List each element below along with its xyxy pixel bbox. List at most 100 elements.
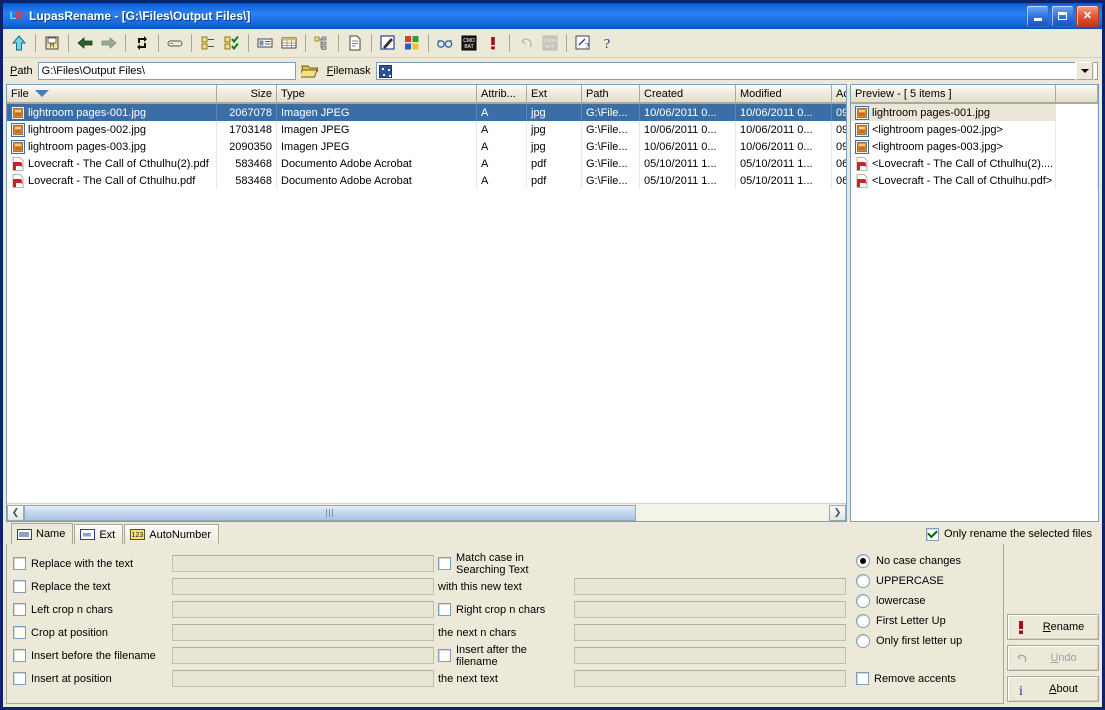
scroll-left-icon[interactable]: ❮ xyxy=(7,504,24,521)
list-view-icon[interactable] xyxy=(253,31,277,55)
list-item[interactable]: <lightroom pages-003.jpg> xyxy=(851,138,1098,155)
file-report-icon[interactable] xyxy=(343,31,367,55)
toolbar-separator xyxy=(428,34,429,52)
input-insert-before-the-filename[interactable] xyxy=(172,647,434,664)
tab-name[interactable]: Name xyxy=(11,523,74,544)
checkbox-replace-the-text[interactable]: Replace the text xyxy=(13,580,168,593)
forward-arrow-icon[interactable] xyxy=(97,31,121,55)
table-row[interactable]: Lovecraft - The Call of Cthulhu.pdf 58346… xyxy=(7,172,846,189)
list-item[interactable]: <lightroom pages-002.jpg> xyxy=(851,121,1098,138)
input-insert-after-the-filename[interactable] xyxy=(574,647,846,664)
column-header-attrib[interactable]: Attrib... xyxy=(477,85,527,103)
select-checked-folder-icon[interactable] xyxy=(220,31,244,55)
table-row[interactable]: lightroom pages-002.jpg 1703148 Imagen JPE… xyxy=(7,121,846,138)
input-the-next-n-chars[interactable] xyxy=(574,624,846,641)
tools-icon[interactable] xyxy=(376,31,400,55)
tree-view-icon[interactable] xyxy=(310,31,334,55)
radio-icon xyxy=(856,594,870,608)
column-header-path[interactable]: Path xyxy=(582,85,640,103)
toolbar-separator xyxy=(191,34,192,52)
maximize-button[interactable] xyxy=(1051,5,1074,27)
cell-modified: 05/10/2011 1... xyxy=(736,172,832,189)
cell-created: 05/10/2011 1... xyxy=(640,155,736,172)
undo-icon[interactable] xyxy=(514,31,538,55)
table-row[interactable]: lightroom pages-001.jpg 2067078 Imagen JPE… xyxy=(7,104,846,121)
help-icon[interactable]: ? xyxy=(595,31,619,55)
checkbox-replace-with-the-text[interactable]: Replace with the text xyxy=(13,557,168,570)
column-header-accessed[interactable]: Acce xyxy=(832,85,846,103)
checkbox-left-crop-n-chars[interactable]: Left crop n chars xyxy=(13,603,168,616)
radio-no-case-changes[interactable]: No case changes xyxy=(856,554,999,568)
up-one-level-icon[interactable] xyxy=(7,31,31,55)
input-with-this-new-text[interactable] xyxy=(574,578,846,595)
input-the-next-text[interactable] xyxy=(574,670,846,687)
path-input[interactable]: G:\Files\Output Files\ xyxy=(37,62,296,80)
hscroll-thumb[interactable] xyxy=(24,504,636,521)
list-item[interactable]: <Lovecraft - The Call of Cthulhu(2).... xyxy=(851,155,1098,172)
checkbox-insert-at-position[interactable]: Insert at position xyxy=(13,672,168,685)
checkbox-icon xyxy=(438,557,451,570)
filemask-input[interactable] xyxy=(375,61,1098,81)
undo-button[interactable]: Undo xyxy=(1007,645,1099,671)
column-header-ext[interactable]: Ext xyxy=(527,85,582,103)
input-replace-with-the-text[interactable] xyxy=(172,555,434,572)
radio-first-letter-up[interactable]: First Letter Up xyxy=(856,614,999,628)
preview-pane: Preview - [ 5 items ] lightroom pages-00… xyxy=(850,84,1099,522)
cell-created: 05/10/2011 1... xyxy=(640,172,736,189)
hscroll-track[interactable] xyxy=(24,504,829,521)
details-view-icon[interactable] xyxy=(277,31,301,55)
name-tab-icon xyxy=(17,528,32,540)
checkbox-crop-at-position[interactable]: Crop at position xyxy=(13,626,168,639)
checkbox-insert-before-the-filename[interactable]: Insert before the filename xyxy=(13,649,168,662)
autonumber-tab-icon: 123 xyxy=(130,529,146,540)
file-list-hscrollbar[interactable]: ❮ ❯ xyxy=(7,503,846,521)
input-insert-at-position[interactable] xyxy=(172,670,434,687)
column-header-type[interactable]: Type xyxy=(277,85,477,103)
rename-exclaim-icon[interactable] xyxy=(481,31,505,55)
about-button[interactable]: i About xyxy=(1007,676,1099,702)
input-right-crop-n-chars[interactable] xyxy=(574,601,846,618)
tab-ext[interactable]: Ext xyxy=(74,524,124,544)
drive-icon[interactable] xyxy=(163,31,187,55)
input-crop-at-position[interactable] xyxy=(172,624,434,641)
table-row[interactable]: lightroom pages-003.jpg 2090350 Imagen JPE… xyxy=(7,138,846,155)
column-header-created[interactable]: Created xyxy=(640,85,736,103)
column-header-size[interactable]: Size xyxy=(217,85,277,103)
list-item[interactable]: <Lovecraft - The Call of Cthulhu.pdf> xyxy=(851,172,1098,189)
radio-uppercase[interactable]: UPPERCASE xyxy=(856,574,999,588)
registry-icon[interactable]: ? xyxy=(571,31,595,55)
checkbox-insert-after-the-filename[interactable]: Insert after the filename xyxy=(438,644,570,668)
input-replace-the-text[interactable] xyxy=(172,578,434,595)
input-left-crop-n-chars[interactable] xyxy=(172,601,434,618)
close-button[interactable]: ✕ xyxy=(1076,5,1099,27)
preview-column-header-blank[interactable] xyxy=(1056,85,1098,103)
back-arrow-icon[interactable] xyxy=(73,31,97,55)
list-item[interactable]: lightroom pages-001.jpg xyxy=(851,104,1098,121)
browse-folder-button[interactable] xyxy=(299,61,321,81)
cell-file: lightroom pages-002.jpg xyxy=(7,121,217,138)
scroll-right-icon[interactable]: ❯ xyxy=(829,504,846,521)
refresh-icon[interactable] xyxy=(130,31,154,55)
save-list-icon[interactable]: H xyxy=(40,31,64,55)
checkbox-right-crop-n-chars[interactable]: Right crop n chars xyxy=(438,603,570,616)
undo-bat-icon[interactable]: UNDO BAT xyxy=(538,31,562,55)
radio-lowercase[interactable]: lowercase xyxy=(856,594,999,608)
preview-column-header[interactable]: Preview - [ 5 items ] xyxy=(851,85,1056,103)
tab-autonumber[interactable]: 123 AutoNumber xyxy=(124,524,220,544)
checkbox-remove-accents[interactable]: Remove accents xyxy=(850,672,999,685)
column-header-modified[interactable]: Modified xyxy=(736,85,832,103)
table-row[interactable]: Lovecraft - The Call of Cthulhu(2).pdf 58… xyxy=(7,155,846,172)
select-folder-icon[interactable] xyxy=(196,31,220,55)
checkbox-match-case-in-searching-text[interactable]: Match case in Searching Text xyxy=(438,552,570,576)
column-header-file[interactable]: File xyxy=(7,85,217,103)
preview-blank-cell xyxy=(1056,138,1098,155)
colors-icon[interactable] xyxy=(400,31,424,55)
filemask-dropdown-button[interactable] xyxy=(1075,61,1094,81)
rename-button[interactable]: Rename xyxy=(1007,614,1099,640)
radio-only-first-letter-up[interactable]: Only first letter up xyxy=(856,634,999,648)
cmd-bat-icon[interactable]: CMD BAT xyxy=(457,31,481,55)
cell-ext-text: jpg xyxy=(531,106,546,119)
preview-glasses-icon[interactable] xyxy=(433,31,457,55)
cell-ext-text: pdf xyxy=(531,174,547,187)
minimize-button[interactable] xyxy=(1026,5,1049,27)
